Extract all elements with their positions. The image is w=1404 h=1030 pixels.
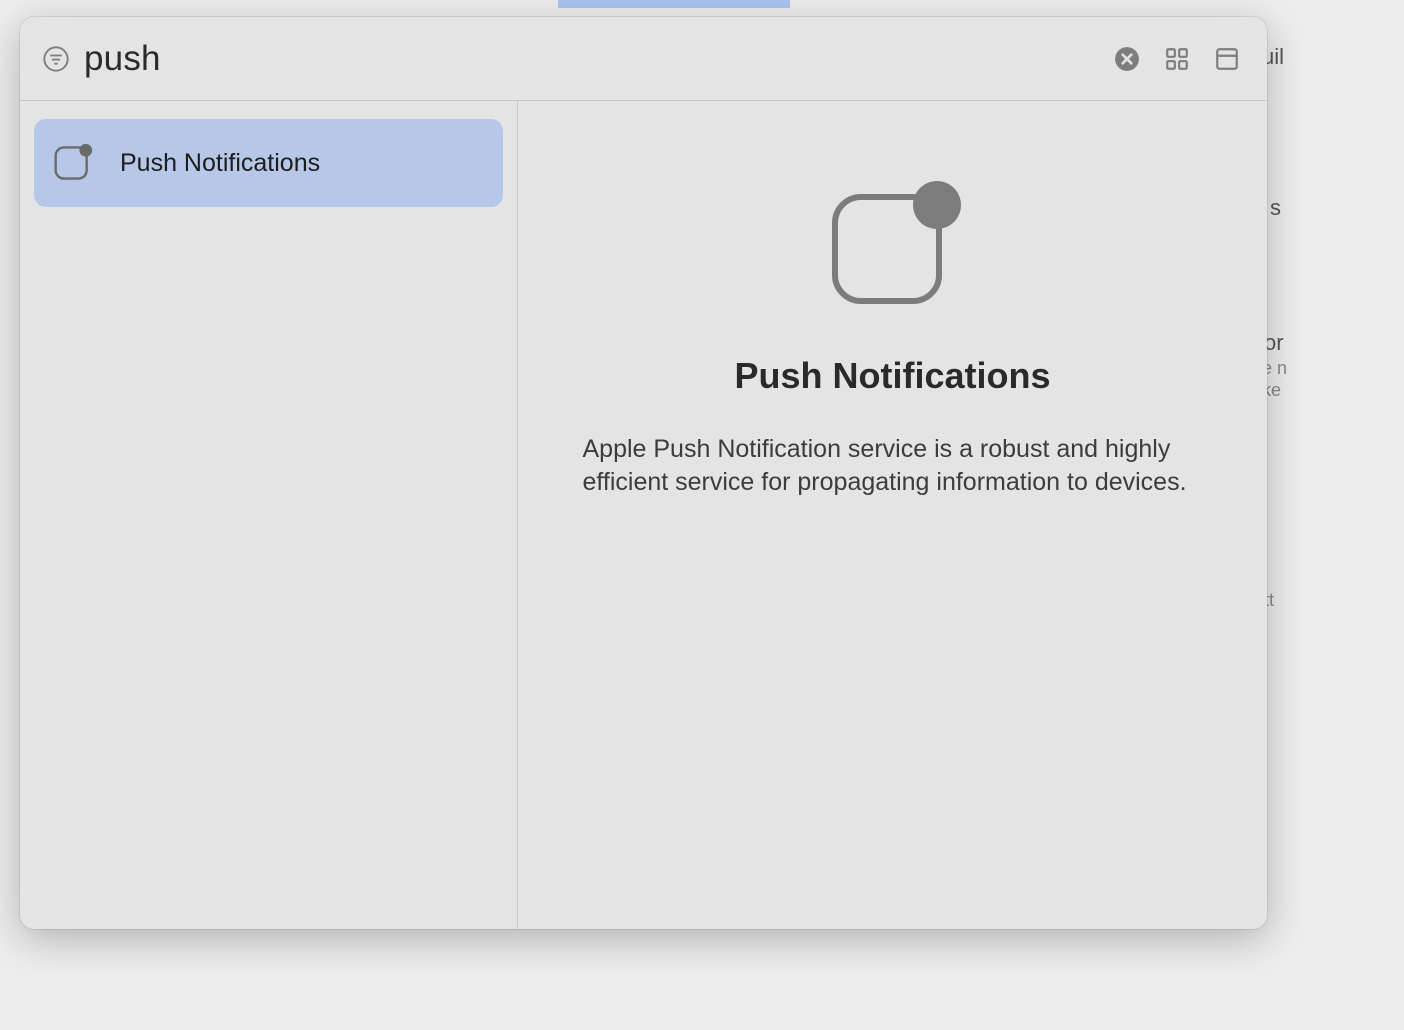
column-view-icon[interactable] xyxy=(1213,45,1241,73)
capability-library-popover: Push Notifications Push Notifications Ap… xyxy=(20,17,1267,929)
header-right-controls xyxy=(1113,45,1241,73)
clear-search-icon[interactable] xyxy=(1113,45,1141,73)
grid-view-icon[interactable] xyxy=(1163,45,1191,73)
capability-description: Apple Push Notification service is a rob… xyxy=(583,433,1203,499)
sidebar-item-push-notifications[interactable]: Push Notifications xyxy=(34,119,503,207)
search-input[interactable] xyxy=(84,39,1099,79)
popover-body: Push Notifications Push Notifications Ap… xyxy=(20,101,1267,929)
background-text-fragment: s xyxy=(1270,195,1281,221)
sidebar-item-label: Push Notifications xyxy=(120,149,320,178)
popover-header xyxy=(20,17,1267,101)
push-notification-icon xyxy=(52,142,94,184)
capability-sidebar: Push Notifications xyxy=(20,101,518,929)
filter-icon[interactable] xyxy=(42,45,70,73)
capability-title: Push Notifications xyxy=(734,355,1050,397)
capability-detail-pane: Push Notifications Apple Push Notificati… xyxy=(518,101,1267,929)
push-notification-large-icon xyxy=(823,175,963,315)
background-tab-highlight xyxy=(558,0,790,8)
